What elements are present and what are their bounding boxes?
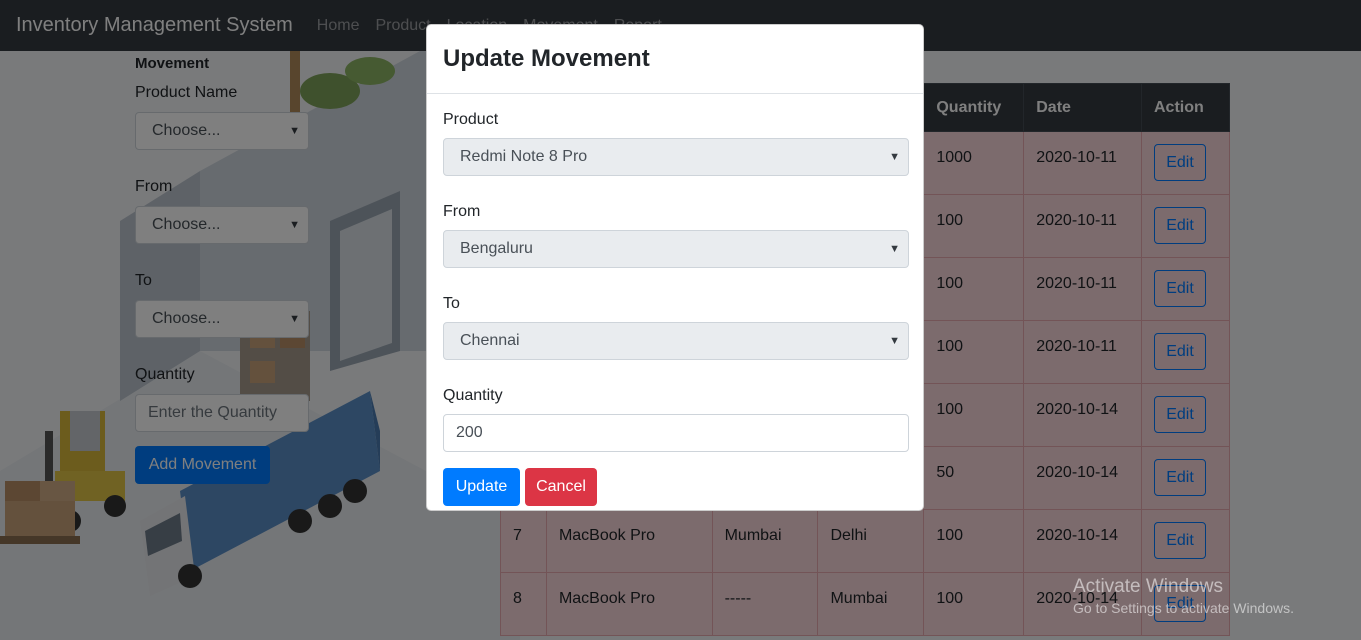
- modal-to-select[interactable]: Chennai ▼: [443, 322, 909, 360]
- chevron-down-icon: ▼: [889, 335, 900, 347]
- chevron-down-icon: ▼: [889, 243, 900, 255]
- update-movement-modal: Update Movement Product Redmi Note 8 Pro…: [426, 24, 924, 511]
- modal-quantity-label: Quantity: [443, 387, 503, 404]
- chevron-down-icon: ▼: [889, 151, 900, 163]
- modal-actions: Update Cancel: [443, 468, 907, 506]
- modal-body: Product Redmi Note 8 Pro ▼ From Bengalur…: [427, 94, 923, 506]
- activate-windows-watermark: Activate Windows Go to Settings to activ…: [1073, 576, 1294, 616]
- update-button[interactable]: Update: [443, 468, 520, 506]
- modal-quantity-input[interactable]: 200: [443, 414, 909, 452]
- modal-product-label: Product: [443, 111, 499, 128]
- modal-product-select[interactable]: Redmi Note 8 Pro ▼: [443, 138, 909, 176]
- cancel-button[interactable]: Cancel: [525, 468, 597, 506]
- modal-from-select[interactable]: Bengaluru ▼: [443, 230, 909, 268]
- modal-title: Update Movement: [443, 45, 650, 72]
- modal-product-value: Redmi Note 8 Pro: [460, 148, 588, 165]
- watermark-subtitle: Go to Settings to activate Windows.: [1073, 600, 1294, 616]
- modal-header: Update Movement: [427, 25, 923, 94]
- modal-from-label: From: [443, 203, 481, 220]
- modal-from-value: Bengaluru: [460, 240, 533, 257]
- watermark-title: Activate Windows: [1073, 576, 1223, 597]
- modal-to-label: To: [443, 295, 460, 312]
- modal-to-value: Chennai: [460, 332, 520, 349]
